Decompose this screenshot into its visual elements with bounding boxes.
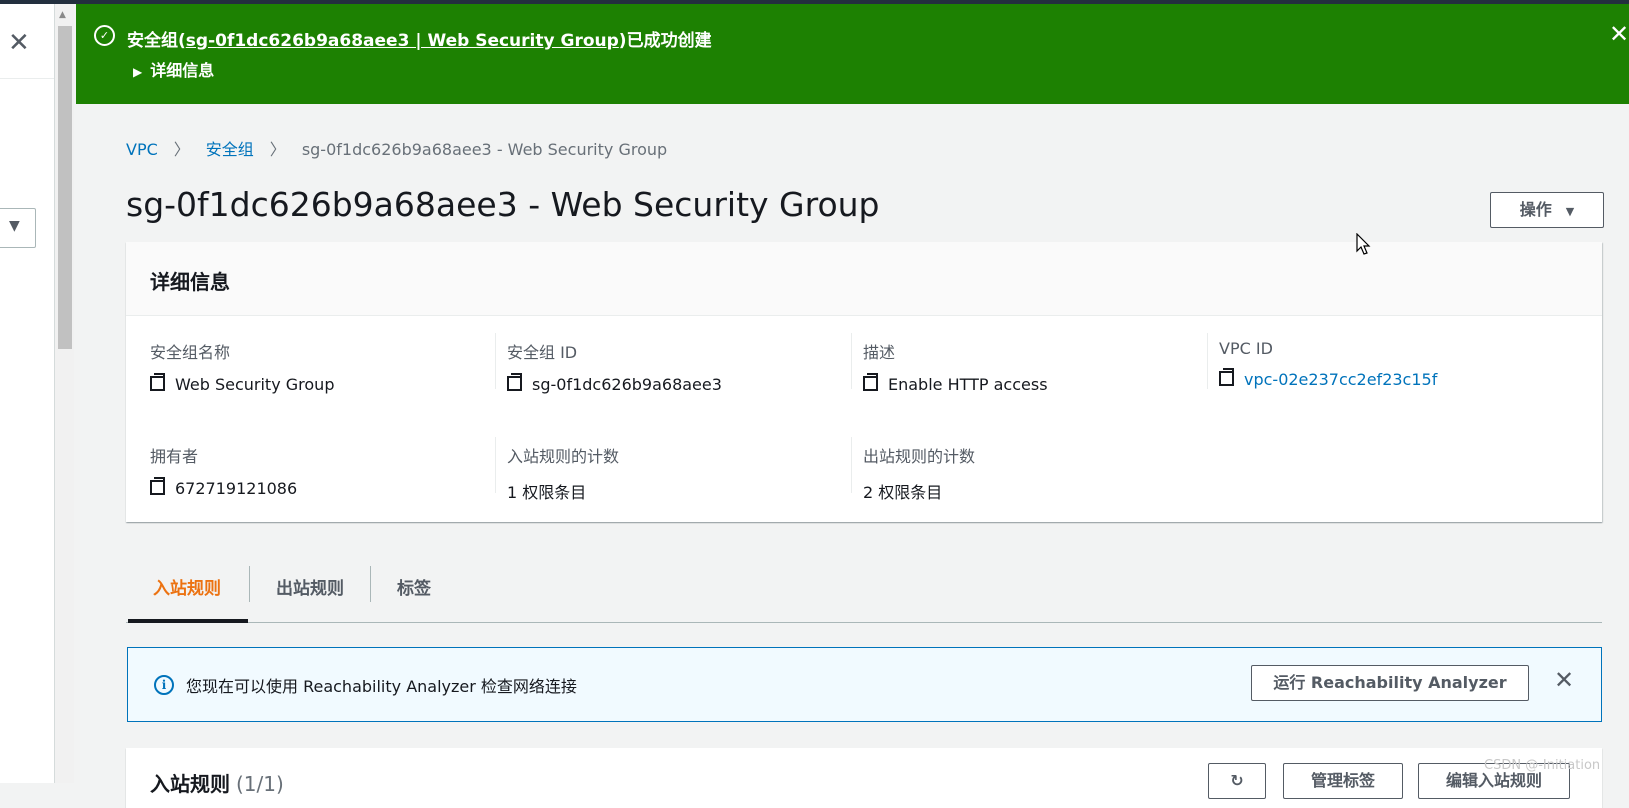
inbound-rules-count: (1/1)	[236, 772, 284, 796]
copy-icon[interactable]	[150, 477, 165, 495]
scrollbar[interactable]: ▲	[55, 4, 74, 783]
side-dropdown[interactable]: ▼	[0, 208, 36, 248]
info-icon: i	[154, 675, 174, 695]
caret-down-icon: ▼	[1565, 205, 1575, 218]
field-value: Web Security Group	[175, 375, 335, 394]
field-owner: 拥有者 672719121086	[150, 443, 490, 498]
copy-icon[interactable]	[1219, 368, 1234, 386]
chevron-right-icon: 〉	[173, 140, 190, 159]
mouse-cursor-icon	[1356, 233, 1371, 255]
flash-prefix: 安全组(	[127, 31, 186, 51]
caret-down-icon: ▼	[9, 218, 20, 234]
breadcrumb: VPC 〉安全组〉 sg-0f1dc626b9a68aee3 - Web Secur…	[126, 136, 667, 160]
success-flashbar: ✓ 安全组(sg-0f1dc626b9a68aee3 | Web Securit…	[76, 4, 1629, 104]
tab-outbound-rules[interactable]: 出站规则	[276, 574, 344, 599]
close-panel-icon[interactable]: ✕	[8, 30, 30, 56]
field-outbound-count: 出站规则的计数 2 权限条目	[863, 443, 1203, 503]
actions-button[interactable]: 操作 ▼	[1490, 192, 1604, 228]
column-divider	[1207, 333, 1208, 389]
field-value-row: Web Security Group	[150, 373, 490, 394]
details-container: 详细信息 安全组名称 Web Security Group 安全组 ID sg-…	[126, 242, 1602, 522]
field-label: 安全组名称	[150, 343, 231, 362]
flash-suffix: )已成功创建	[618, 31, 712, 51]
details-title: 详细信息	[150, 270, 230, 294]
field-label: VPC ID	[1219, 339, 1273, 358]
field-value: 672719121086	[175, 479, 298, 498]
breadcrumb-security-groups[interactable]: 安全组	[206, 140, 254, 159]
field-sg-name: 安全组名称 Web Security Group	[150, 339, 490, 394]
breadcrumb-current: sg-0f1dc626b9a68aee3 - Web Security Grou…	[301, 140, 668, 159]
column-divider	[495, 437, 496, 493]
watermark: CSDN @-Initiation	[1484, 758, 1601, 773]
field-value: sg-0f1dc626b9a68aee3	[532, 375, 722, 394]
side-panel: ✕ ▼	[0, 4, 55, 783]
actions-label: 操作	[1519, 200, 1552, 219]
column-divider	[495, 333, 496, 389]
divider	[0, 78, 54, 79]
tab-inbound-rules[interactable]: 入站规则	[153, 574, 221, 599]
manage-tags-button[interactable]: 管理标签	[1283, 763, 1403, 799]
flash-message: 安全组(sg-0f1dc626b9a68aee3 | Web Security …	[127, 26, 712, 51]
field-inbound-count: 入站规则的计数 1 权限条目	[507, 443, 847, 503]
caret-right-icon: ▶	[133, 65, 143, 79]
copy-icon[interactable]	[507, 373, 522, 391]
field-value: Enable HTTP access	[888, 375, 1048, 394]
tab-separator	[370, 566, 371, 602]
scroll-up-icon[interactable]: ▲	[59, 10, 66, 20]
success-check-icon: ✓	[94, 25, 115, 46]
copy-icon[interactable]	[150, 373, 165, 391]
details-header: 详细信息	[126, 242, 1602, 316]
tab-separator	[249, 566, 250, 602]
field-sg-id: 安全组 ID sg-0f1dc626b9a68aee3	[507, 339, 847, 394]
field-label: 安全组 ID	[507, 343, 578, 362]
chevron-right-icon: 〉	[269, 140, 286, 159]
tab-tags[interactable]: 标签	[397, 574, 431, 599]
info-close-icon[interactable]: ✕	[1554, 668, 1574, 692]
field-value-row: Enable HTTP access	[863, 373, 1203, 394]
flash-details-toggle[interactable]: ▶ 详细信息	[133, 57, 214, 81]
inbound-rules-title: 入站规则	[150, 772, 230, 796]
field-value-row: 672719121086	[150, 477, 490, 498]
field-label: 描述	[863, 343, 896, 362]
field-value: 2 权限条目	[863, 483, 943, 502]
column-divider	[851, 333, 852, 389]
field-description: 描述 Enable HTTP access	[863, 339, 1203, 394]
flash-sg-link[interactable]: sg-0f1dc626b9a68aee3 | Web Security Grou…	[186, 31, 619, 51]
active-tab-indicator	[128, 619, 248, 623]
flash-close-icon[interactable]: ✕	[1609, 22, 1629, 46]
run-reachability-analyzer-button[interactable]: 运行 Reachability Analyzer	[1251, 665, 1529, 701]
breadcrumb-vpc[interactable]: VPC	[126, 140, 158, 159]
field-label: 出站规则的计数	[863, 447, 976, 466]
info-alert-text: 您现在可以使用 Reachability Analyzer 检查网络连接	[186, 677, 577, 696]
scrollbar-thumb[interactable]	[58, 26, 72, 349]
page-title: sg-0f1dc626b9a68aee3 - Web Security Grou…	[126, 185, 880, 224]
info-alert: i 您现在可以使用 Reachability Analyzer 检查网络连接 运…	[127, 647, 1602, 722]
field-label: 拥有者	[150, 447, 199, 466]
refresh-button[interactable]: ↻	[1208, 763, 1266, 799]
tab-bar: 入站规则 出站规则 标签	[126, 562, 1602, 623]
column-divider	[851, 437, 852, 493]
field-vpc-id: VPC ID vpc-02e237cc2ef23c15f	[1219, 339, 1559, 389]
field-value-row: sg-0f1dc626b9a68aee3	[507, 373, 847, 394]
field-label: 入站规则的计数	[507, 447, 620, 466]
inbound-rules-container: 入站规则 (1/1) ↻ 管理标签 编辑入站规则	[126, 748, 1602, 808]
field-value: 1 权限条目	[507, 483, 587, 502]
refresh-icon: ↻	[1230, 771, 1244, 790]
copy-icon[interactable]	[863, 373, 878, 391]
vpc-id-link[interactable]: vpc-02e237cc2ef23c15f	[1244, 370, 1437, 389]
flash-details-label: 详细信息	[150, 61, 215, 80]
field-value-row: vpc-02e237cc2ef23c15f	[1219, 368, 1559, 389]
